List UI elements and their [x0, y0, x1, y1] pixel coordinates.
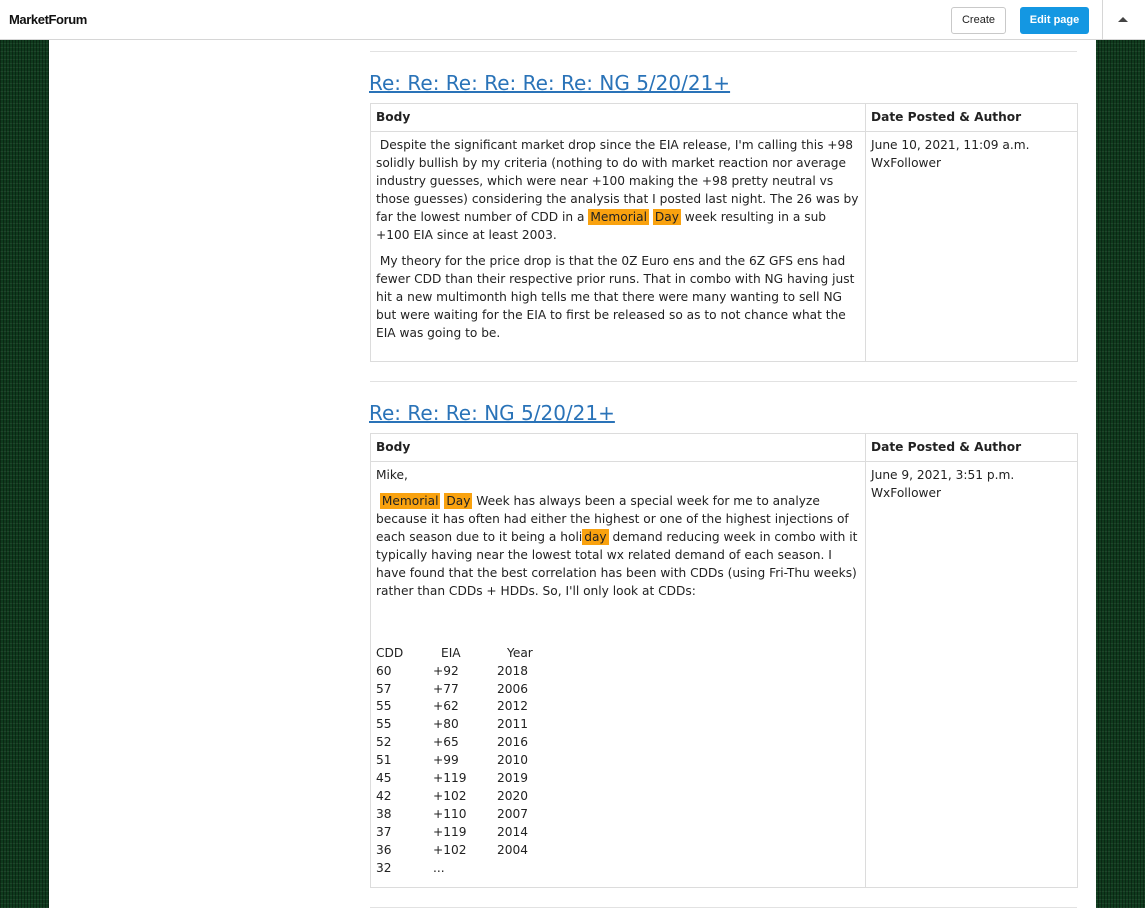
cdd-table-row: 37 +119 2014	[376, 824, 860, 842]
post-paragraph: Despite the significant market drop sinc…	[376, 138, 863, 242]
cdd-table-row: 38 +110 2007	[376, 806, 860, 824]
post: Re: Re: Re: Re: Re: Re: NG 5/20/21+ Body…	[369, 70, 1078, 362]
cdd-table-row: 60 +92 2018	[376, 663, 860, 681]
date-author-column-header: Date Posted & Author	[865, 103, 1078, 132]
cdd-table-cell: 2010	[497, 753, 529, 768]
post-date: June 9, 2021, 3:51 p.m.	[871, 467, 1015, 482]
search-highlight: Day	[444, 493, 473, 510]
cdd-table-rows: 60 +92 2018 57 +77 2006 55 +62 2012 55 +80 2011 52 +6…	[376, 663, 860, 878]
post-table: Body Date Posted & Author Despite the si…	[370, 103, 1078, 362]
cdd-table-cell: +102	[433, 842, 467, 857]
page-panel: Re: Re: Re: Re: Re: Re: NG 5/20/21+ Body…	[49, 40, 1096, 908]
cdd-table-row: 32...	[376, 860, 860, 878]
cdd-table-cell: 38	[376, 806, 392, 821]
cdd-table-cell: 36	[376, 842, 392, 857]
cdd-table-cell: 2014	[497, 824, 529, 839]
cdd-table-cell: 2004	[497, 842, 529, 857]
search-highlight: Memorial	[379, 493, 441, 510]
cdd-table-row: 57 +77 2006	[376, 681, 860, 699]
edit-page-button[interactable]: Edit page	[1020, 7, 1089, 34]
cdd-table-cell: 55	[376, 699, 392, 714]
cdd-table-cell: 2020	[497, 788, 529, 803]
cdd-table-row: 51 +99 2010	[376, 752, 860, 770]
cdd-table-cell: +119	[433, 771, 467, 786]
post-author: WxFollower	[871, 485, 942, 500]
post-table: Body Date Posted & Author Mike, Memorial…	[370, 432, 1078, 889]
cdd-table-cell: 2018	[497, 663, 529, 678]
cdd-table-cell: +119	[433, 824, 467, 839]
post-divider	[370, 51, 1077, 52]
cdd-table-cell: 51	[376, 753, 392, 768]
cdd-table-cell: 2006	[497, 681, 529, 696]
cdd-table-cell: +77	[433, 681, 459, 696]
cdd-table: CDD EIA Year 60 +92 2018 57 +77 2006 55 +62 2012 55…	[376, 645, 860, 878]
post-author: WxFollower	[871, 155, 942, 170]
cdd-table-row: 42 +102 2020	[376, 788, 860, 806]
cdd-table-cell: 55	[376, 717, 392, 732]
post-body: Mike, Memorial Day Week has always been …	[370, 460, 866, 889]
post: Re: Re: Re: NG 5/20/21+ Body Date Posted…	[369, 400, 1078, 889]
post-list: Re: Re: Re: Re: Re: Re: NG 5/20/21+ Body…	[369, 40, 1078, 908]
cdd-table-cell: 2019	[497, 771, 529, 786]
search-highlight: Memorial	[588, 208, 649, 225]
post-body: Despite the significant market drop sinc…	[370, 131, 866, 362]
collapse-arrow-icon[interactable]	[1118, 17, 1128, 22]
post-greeting: Mike,	[376, 467, 408, 482]
topbar-divider	[1102, 0, 1103, 40]
cdd-table-cell: +65	[433, 735, 459, 750]
body-column-header: Body	[370, 432, 866, 462]
search-highlight: day	[582, 529, 609, 546]
cdd-table-cell: +99	[433, 753, 459, 768]
cdd-table-cell: 2007	[497, 806, 529, 821]
post-paragraph: Memorial Day Week has always been a spec…	[376, 493, 862, 598]
cdd-table-cell: 2012	[497, 699, 529, 714]
cdd-table-row: 45 +119 2019	[376, 770, 860, 788]
post-divider	[370, 380, 1077, 382]
cdd-table-cell: 2011	[497, 717, 529, 732]
cdd-table-cell: 2016	[497, 735, 529, 750]
cdd-table-cell: 52	[376, 735, 392, 750]
cdd-table-cell: +110	[433, 806, 467, 821]
cdd-table-cell: 45	[376, 771, 392, 786]
create-button[interactable]: Create	[951, 7, 1006, 34]
post-title-link[interactable]: Re: Re: Re: Re: Re: Re: NG 5/20/21+	[369, 70, 730, 96]
cdd-table-row: 55 +80 2011	[376, 716, 860, 734]
cdd-table-row: 55 +62 2012	[376, 698, 860, 716]
cdd-table-cell: +92	[433, 663, 459, 678]
post-date: June 10, 2021, 11:09 a.m.	[871, 138, 1030, 152]
cdd-table-cell: +62	[433, 699, 459, 714]
cdd-table-header: CDD EIA Year	[376, 645, 533, 660]
top-bar: MarketForum Create Edit page	[0, 0, 1145, 40]
brand-logo[interactable]: MarketForum	[9, 12, 87, 27]
cdd-table-row: 52 +65 2016	[376, 734, 860, 752]
cdd-table-cell: 60	[376, 663, 392, 678]
search-highlight: Day	[652, 208, 681, 225]
cdd-table-cell: 32	[376, 860, 392, 875]
cdd-table-cell: 37	[376, 824, 392, 839]
post-meta: June 10, 2021, 11:09 a.m. WxFollower	[865, 131, 1078, 362]
cdd-table-cell: 57	[376, 681, 392, 696]
post-paragraph: My theory for the price drop is that the…	[376, 253, 859, 340]
body-column-header: Body	[370, 103, 866, 132]
cdd-table-cell: ...	[433, 860, 445, 875]
cdd-table-cell: +80	[433, 717, 459, 732]
cdd-table-cell: 42	[376, 788, 392, 803]
cdd-table-cell: +102	[433, 788, 467, 803]
post-meta: June 9, 2021, 3:51 p.m. WxFollower	[865, 460, 1078, 889]
cdd-table-row: 36 +102 2004	[376, 842, 860, 860]
post-title-link[interactable]: Re: Re: Re: NG 5/20/21+	[369, 400, 615, 426]
date-author-column-header: Date Posted & Author	[865, 432, 1078, 462]
